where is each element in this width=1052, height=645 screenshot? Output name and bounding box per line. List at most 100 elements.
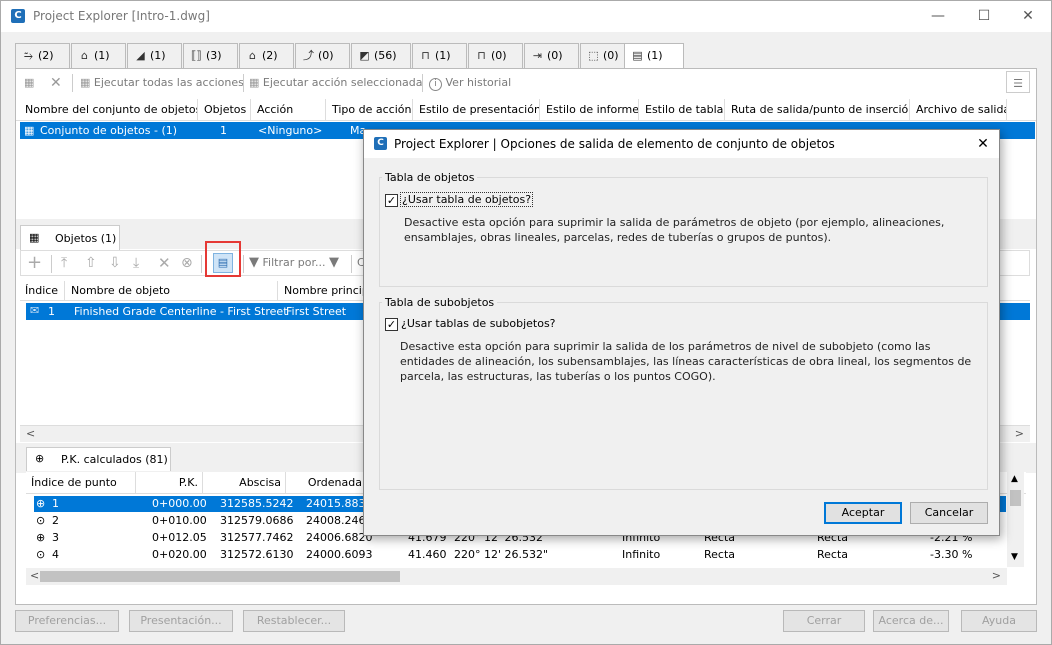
filter-icon: ▼ [249, 255, 259, 270]
info-icon: i [429, 78, 442, 91]
col-display-style[interactable]: Estilo de presentación [414, 99, 540, 121]
col-action-type[interactable]: Tipo de acción [327, 99, 413, 121]
col-report-style[interactable]: Estilo de informe [541, 99, 639, 121]
dialog-title-bar: C Project Explorer | Opciones de salida … [364, 130, 999, 158]
tab-pipe-networks[interactable]: ⊓ (1) [412, 43, 467, 68]
parent-name-cell: First Street [286, 305, 347, 318]
sample-line-icon: ⇥ [532, 49, 543, 62]
pk-vscrollbar[interactable]: ▲ ▼ [1007, 472, 1024, 567]
clear-icon[interactable]: ⊗ [181, 251, 193, 275]
preferences-button[interactable]: Preferencias... [15, 610, 119, 632]
clear-filter-icon[interactable]: ▼ [329, 251, 339, 275]
move-up-icon[interactable]: ⇧ [85, 251, 97, 275]
corridor-icon: ◢ [136, 49, 145, 62]
tab-sites[interactable]: ⌂ (2) [239, 43, 294, 68]
scroll-right-icon[interactable]: > [1015, 427, 1024, 440]
objects-table-group-title: Tabla de objetos [382, 171, 478, 184]
object-set-icon: ▤ [632, 49, 643, 62]
col-easting[interactable]: Abscisa [204, 472, 286, 494]
scroll-thumb[interactable] [40, 571, 400, 582]
add-set-icon[interactable]: ▦ [24, 71, 40, 95]
crosshair-icon: ⊕ [36, 497, 46, 510]
use-object-table-checkbox[interactable]: ✓ [385, 194, 398, 207]
add-object-icon[interactable]: + [27, 251, 42, 275]
view-history-button[interactable]: i Ver historial [429, 71, 511, 95]
col-index[interactable]: Índice [20, 281, 65, 301]
run-all-button[interactable]: ▦ Ejecutar todas las acciones [80, 71, 244, 95]
alignment-icon: ⥲ [24, 49, 33, 62]
output-options-icon[interactable]: ▤ [213, 253, 233, 273]
tab-assemblies[interactable]: ⌂ (1) [71, 43, 126, 68]
object-name-cell: Finished Grade Centerline - First Street [74, 305, 288, 318]
objects-tab-icon: ▦ [29, 231, 40, 244]
col-output-file[interactable]: Archivo de salida [911, 99, 1007, 121]
subobject-table-description: Desactive esta opción para suprimir la s… [400, 340, 972, 383]
col-parent-name[interactable]: Nombre principal [279, 281, 365, 301]
move-down-icon[interactable]: ⇩ [109, 251, 121, 275]
col-objects[interactable]: Objetos [199, 99, 251, 121]
civil3d-app-icon: C [11, 9, 25, 23]
use-subobject-tables-label[interactable]: ¿Usar tablas de subobjetos? [401, 317, 556, 330]
col-set-name[interactable]: Nombre del conjunto de objetos [20, 99, 198, 121]
maximize-button[interactable]: ☐ [961, 1, 1007, 32]
set-objects-cell: 1 [220, 124, 227, 137]
about-button[interactable]: Acerca de... [873, 610, 949, 632]
col-action[interactable]: Acción [252, 99, 326, 121]
cancel-button[interactable]: Cancelar [910, 502, 988, 524]
tab-parcels[interactable]: ⟦⟧ (3) [183, 43, 238, 68]
object-table-description: Desactive esta opción para suprimir la s… [404, 216, 945, 244]
use-object-table-label[interactable]: ¿Usar tabla de objetos? [399, 192, 534, 207]
accept-button[interactable]: Aceptar [824, 502, 902, 524]
move-top-icon[interactable]: ⤒ [61, 251, 67, 275]
filter-button[interactable]: ▼ Filtrar por... [249, 251, 325, 275]
surface-icon: ⬚ [588, 49, 599, 62]
col-pk[interactable]: P.K. [137, 472, 203, 494]
use-subobject-tables-checkbox[interactable]: ✓ [385, 318, 398, 331]
col-northing[interactable]: Ordenada [287, 472, 367, 494]
scroll-down-icon[interactable]: ▼ [1011, 552, 1018, 562]
tab-objects[interactable]: ▦ Objetos (1) [20, 225, 120, 250]
scroll-right-icon[interactable]: > [992, 569, 1001, 582]
close-panel-button[interactable]: Cerrar [783, 610, 865, 632]
crosshair-icon: ⊕ [35, 452, 45, 465]
tab-pk-calculated[interactable]: ⊕ P.K. calculados (81) [26, 447, 171, 471]
tab-points[interactable]: ◩ (56) [351, 43, 411, 68]
scroll-thumb[interactable] [1010, 490, 1021, 506]
scroll-left-icon[interactable]: < [30, 569, 39, 582]
parcel-icon: ⟦⟧ [191, 49, 202, 62]
help-button[interactable]: Ayuda [961, 610, 1037, 632]
run-all-icon: ▦ [80, 76, 91, 89]
delete-icon[interactable]: ✕ [50, 71, 64, 95]
tab-corridors[interactable]: ◢ (1) [127, 43, 182, 68]
pressure-network-icon: ⊓ [477, 49, 486, 62]
col-point-index[interactable]: Índice de punto [26, 472, 136, 494]
point-icon: ⊙ [36, 548, 46, 561]
tab-pressure-networks[interactable]: ⊓ (0) [468, 43, 523, 68]
table-row[interactable]: ⊕ 1 0+000.00 312585.5242 24015.8836 [34, 496, 372, 512]
output-options-dialog: C Project Explorer | Opciones de salida … [363, 129, 1000, 536]
tab-alignments[interactable]: ⥲ (2) [15, 43, 70, 68]
remove-object-icon[interactable]: ✕ [158, 251, 171, 275]
move-bottom-icon[interactable]: ⤓ [133, 251, 139, 275]
col-output-path[interactable]: Ruta de salida/punto de inserción [726, 99, 910, 121]
set-name-cell: Conjunto de objetos - (1) [40, 124, 178, 137]
tab-object-sets[interactable]: ▤ (1) [624, 43, 684, 69]
dialog-close-button[interactable]: ✕ [969, 132, 997, 156]
pipe-network-icon: ⊓ [421, 49, 430, 62]
pk-hscrollbar[interactable]: < > [26, 568, 1007, 585]
tab-sample-lines[interactable]: ⇥ (0) [524, 43, 579, 68]
presentation-button[interactable]: Presentación... [129, 610, 233, 632]
layout-menu-icon[interactable]: ☰ [1006, 71, 1030, 93]
tab-profiles[interactable]: ⤴ (0) [295, 43, 350, 68]
table-row[interactable]: ⊙ 4 0+020.00 312572.6130 24000.6093 41.4… [34, 547, 994, 563]
col-object-name[interactable]: Nombre de objeto [66, 281, 278, 301]
run-selected-button[interactable]: ▦ Ejecutar acción seleccionada [249, 71, 423, 95]
scroll-left-icon[interactable]: < [26, 427, 35, 440]
scroll-up-icon[interactable]: ▲ [1011, 474, 1018, 484]
minimize-button[interactable]: — [915, 1, 961, 32]
set-action-cell: <Ninguno> [258, 124, 323, 137]
reset-button[interactable]: Restablecer... [243, 610, 345, 632]
col-table-style[interactable]: Estilo de tabla [640, 99, 725, 121]
close-button[interactable]: ✕ [1005, 1, 1051, 32]
site-icon: ⌂ [249, 49, 256, 62]
